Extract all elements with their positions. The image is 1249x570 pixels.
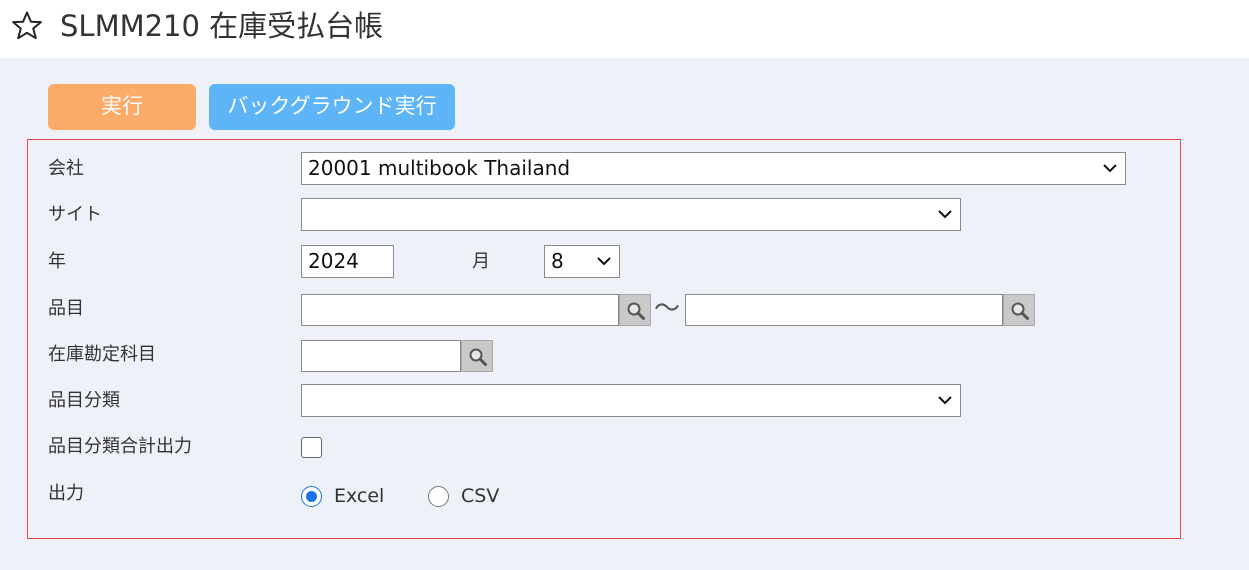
star-outline-icon[interactable]	[10, 9, 44, 43]
page-title: SLMM210 在庫受払台帳	[60, 9, 384, 43]
year-input[interactable]: 2024	[301, 245, 394, 278]
run-button[interactable]: 実行	[48, 84, 196, 130]
search-icon	[1011, 302, 1029, 320]
item-category-select[interactable]	[301, 384, 961, 417]
site-label: サイト	[48, 204, 102, 225]
background-run-button[interactable]: バックグラウンド実行	[209, 84, 455, 130]
chevron-down-icon	[938, 396, 952, 405]
chevron-down-icon	[938, 210, 952, 219]
item-from-search-button[interactable]	[619, 294, 651, 326]
company-select-value: 20001 multibook Thailand	[308, 156, 571, 180]
item-label: 品目	[48, 298, 84, 319]
output-excel-label[interactable]: Excel	[334, 483, 384, 509]
range-separator: 〜	[654, 294, 681, 324]
chevron-down-icon	[1103, 164, 1117, 173]
output-label: 出力	[48, 483, 84, 504]
search-icon	[627, 302, 645, 320]
company-label: 会社	[48, 158, 84, 179]
output-excel-radio[interactable]	[301, 486, 322, 507]
month-select-value: 8	[551, 249, 564, 273]
inventory-account-input[interactable]	[301, 340, 461, 372]
site-select[interactable]	[301, 198, 961, 231]
output-csv-radio[interactable]	[428, 486, 449, 507]
page-header: SLMM210 在庫受払台帳	[0, 0, 1249, 58]
item-to-search-button[interactable]	[1003, 294, 1035, 326]
category-total-checkbox[interactable]	[301, 437, 322, 458]
inventory-account-search-button[interactable]	[461, 340, 493, 372]
item-to-input[interactable]	[685, 294, 1003, 326]
output-csv-label[interactable]: CSV	[461, 483, 499, 509]
category-total-label: 品目分類合計出力	[48, 436, 192, 457]
inventory-account-label: 在庫勘定科目	[48, 344, 156, 365]
item-category-label: 品目分類	[48, 390, 120, 411]
month-select[interactable]: 8	[544, 245, 620, 278]
year-label: 年	[48, 251, 66, 272]
company-select[interactable]: 20001 multibook Thailand	[301, 152, 1126, 185]
chevron-down-icon	[597, 257, 611, 266]
search-icon	[469, 348, 487, 366]
item-from-input[interactable]	[301, 294, 619, 326]
month-label: 月	[472, 251, 490, 272]
